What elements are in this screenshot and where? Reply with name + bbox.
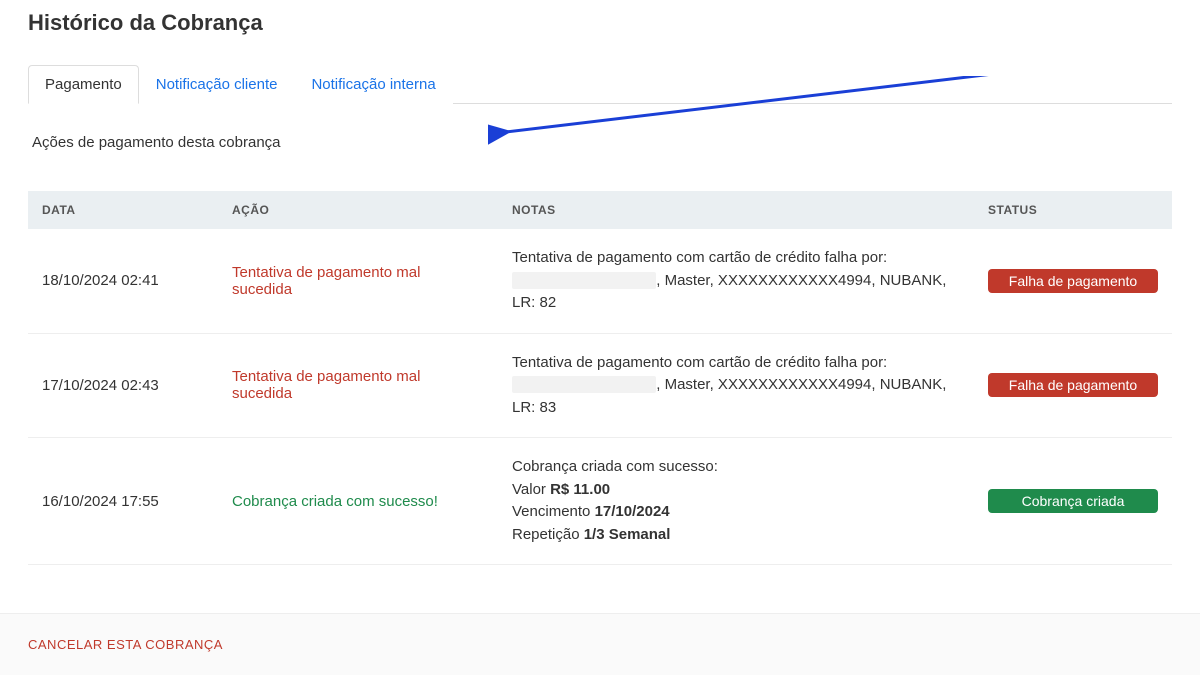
cell-notes: Cobrança criada com sucesso: Valor R$ 11… [498,438,974,565]
col-header-notas: NOTAS [498,191,974,229]
col-header-status: STATUS [974,191,1172,229]
status-badge: Cobrança criada [988,489,1158,513]
notes-valor-label: Valor [512,481,550,498]
tab-content-pagamento: Ações de pagamento desta cobrança DATA A… [28,104,1172,565]
cell-date: 16/10/2024 17:55 [28,438,218,565]
redacted-name: XXXXXXX XXXXXXX [512,376,656,393]
tab-notificacao-cliente[interactable]: Notificação cliente [139,65,295,104]
notes-vencimento-label: Vencimento [512,503,595,520]
col-header-data: DATA [28,191,218,229]
history-table: DATA AÇÃO NOTAS STATUS 18/10/2024 02:41 … [28,191,1172,565]
tab-notificacao-interna[interactable]: Notificação interna [294,65,452,104]
cell-status: Falha de pagamento [974,333,1172,438]
cell-action: Cobrança criada com sucesso! [218,438,498,565]
status-badge: Falha de pagamento [988,373,1158,397]
table-row: 18/10/2024 02:41 Tentativa de pagamento … [28,229,1172,333]
tab-pagamento[interactable]: Pagamento [28,65,139,104]
table-row: 17/10/2024 02:43 Tentativa de pagamento … [28,333,1172,438]
footer-bar: CANCELAR ESTA COBRANÇA [0,613,1200,675]
tab-bar: Pagamento Notificação cliente Notificaçã… [28,64,1172,104]
notes-valor: R$ 11.00 [550,481,610,498]
cell-date: 17/10/2024 02:43 [28,333,218,438]
col-header-acao: AÇÃO [218,191,498,229]
notes-repeticao-label: Repetição [512,526,584,543]
notes-repeticao: 1/3 Semanal [584,526,671,543]
cancel-charge-button[interactable]: CANCELAR ESTA COBRANÇA [28,637,223,652]
cell-action: Tentativa de pagamento mal sucedida [218,229,498,333]
cell-date: 18/10/2024 02:41 [28,229,218,333]
cell-notes: Tentativa de pagamento com cartão de cré… [498,229,974,333]
notes-prefix: Tentativa de pagamento com cartão de cré… [512,249,887,266]
section-description: Ações de pagamento desta cobrança [28,134,1172,151]
cell-notes: Tentativa de pagamento com cartão de cré… [498,333,974,438]
redacted-name: XXXXXXX XXXXXXX [512,272,656,289]
table-row: 16/10/2024 17:55 Cobrança criada com suc… [28,438,1172,565]
cell-status: Cobrança criada [974,438,1172,565]
cell-action: Tentativa de pagamento mal sucedida [218,333,498,438]
page-title: Histórico da Cobrança [28,10,1172,36]
notes-line1: Cobrança criada com sucesso: [512,456,960,479]
notes-vencimento: 17/10/2024 [595,503,670,520]
cell-status: Falha de pagamento [974,229,1172,333]
status-badge: Falha de pagamento [988,269,1158,293]
notes-prefix: Tentativa de pagamento com cartão de cré… [512,354,887,371]
